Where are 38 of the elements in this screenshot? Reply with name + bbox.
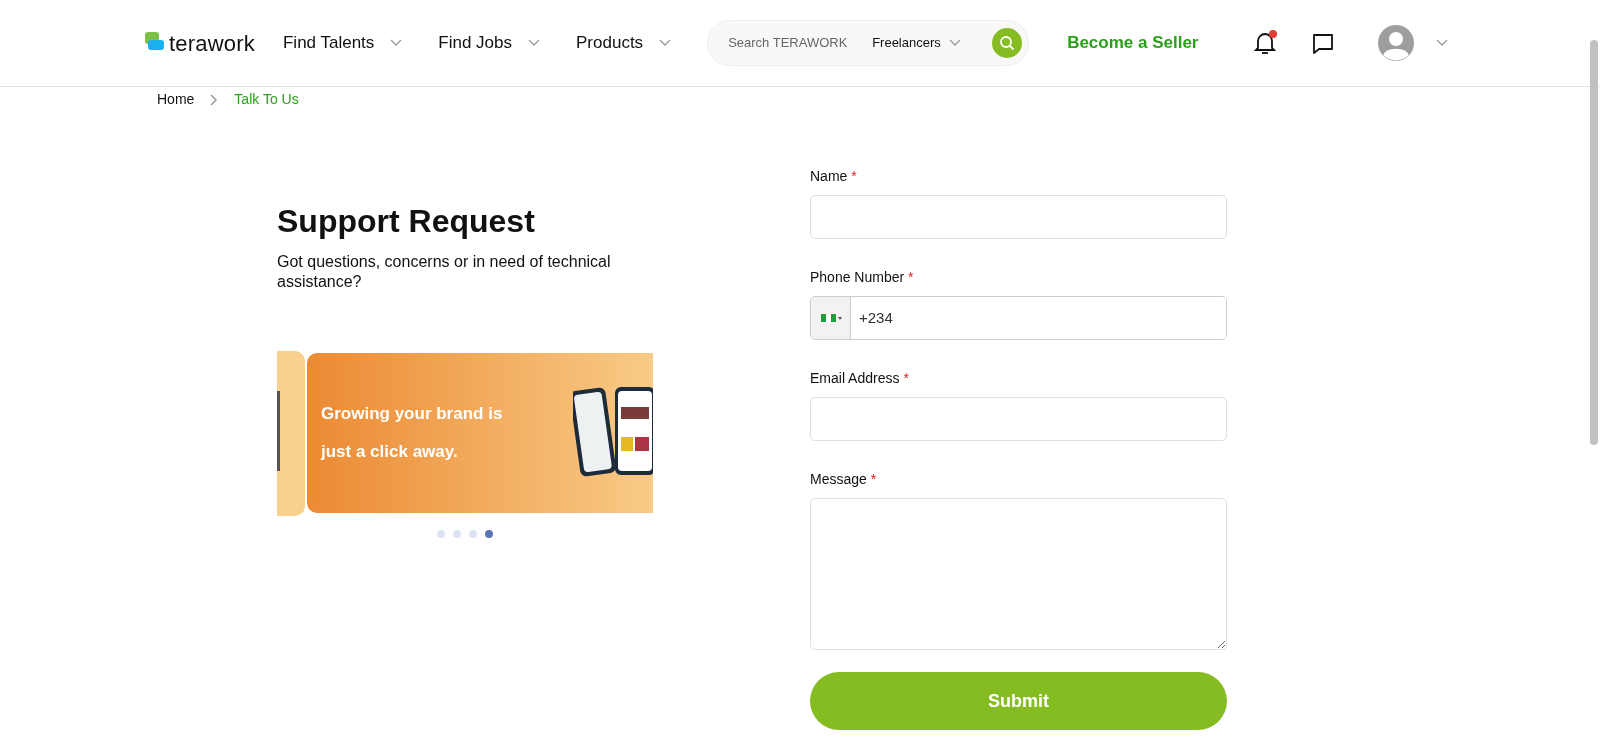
carousel-dot[interactable] [469,530,477,539]
text-field[interactable] [810,195,1227,239]
field-label: Phone Number * [810,268,915,287]
nav-menu-item[interactable]: Find Jobs [438,30,513,56]
chevron-icon [390,39,403,47]
phone-field[interactable]: +234 [810,296,1227,340]
phone-edge-icon [277,390,280,471]
search-field[interactable]: Search TERAWORK [726,32,867,54]
avatar-icon[interactable] [1378,25,1415,61]
chevron-icon [528,39,541,47]
flag-icon [818,313,843,323]
scrollbar[interactable] [1590,40,1598,445]
field-label: Name * [810,167,858,186]
breadcrumb-link[interactable]: Talk To Us [234,89,299,110]
search-icon [999,35,1016,51]
carousel-dot[interactable] [485,530,493,539]
intro-text: Got questions, concerns or in need of technical assistance? [277,252,612,293]
logo-text[interactable]: terawork [169,26,255,60]
text-field[interactable] [810,397,1227,441]
category-dropdown[interactable]: Freelancers [866,32,947,54]
bell-icon[interactable] [1254,31,1277,56]
nav-menu-item[interactable]: Find Talents [282,30,375,56]
field-label: Email Address * [810,369,910,388]
chevron-icon [210,93,219,106]
carousel-dot[interactable] [437,530,445,539]
search-button[interactable] [992,28,1023,58]
country-selector[interactable] [811,297,851,339]
chat-icon[interactable] [1312,32,1335,55]
chevron-icon [1436,39,1449,47]
page-title: Support Request [277,202,536,241]
carousel-dot[interactable] [453,530,461,539]
chevron-icon [948,39,961,47]
message-field[interactable] [810,498,1227,650]
field-label: Message * [810,470,878,489]
nav-menu-item[interactable]: Products [576,30,644,56]
slide-text: Growing your brand is just a click away. [321,403,504,464]
breadcrumb-link[interactable]: Home [157,89,195,110]
chevron-icon [659,39,672,47]
